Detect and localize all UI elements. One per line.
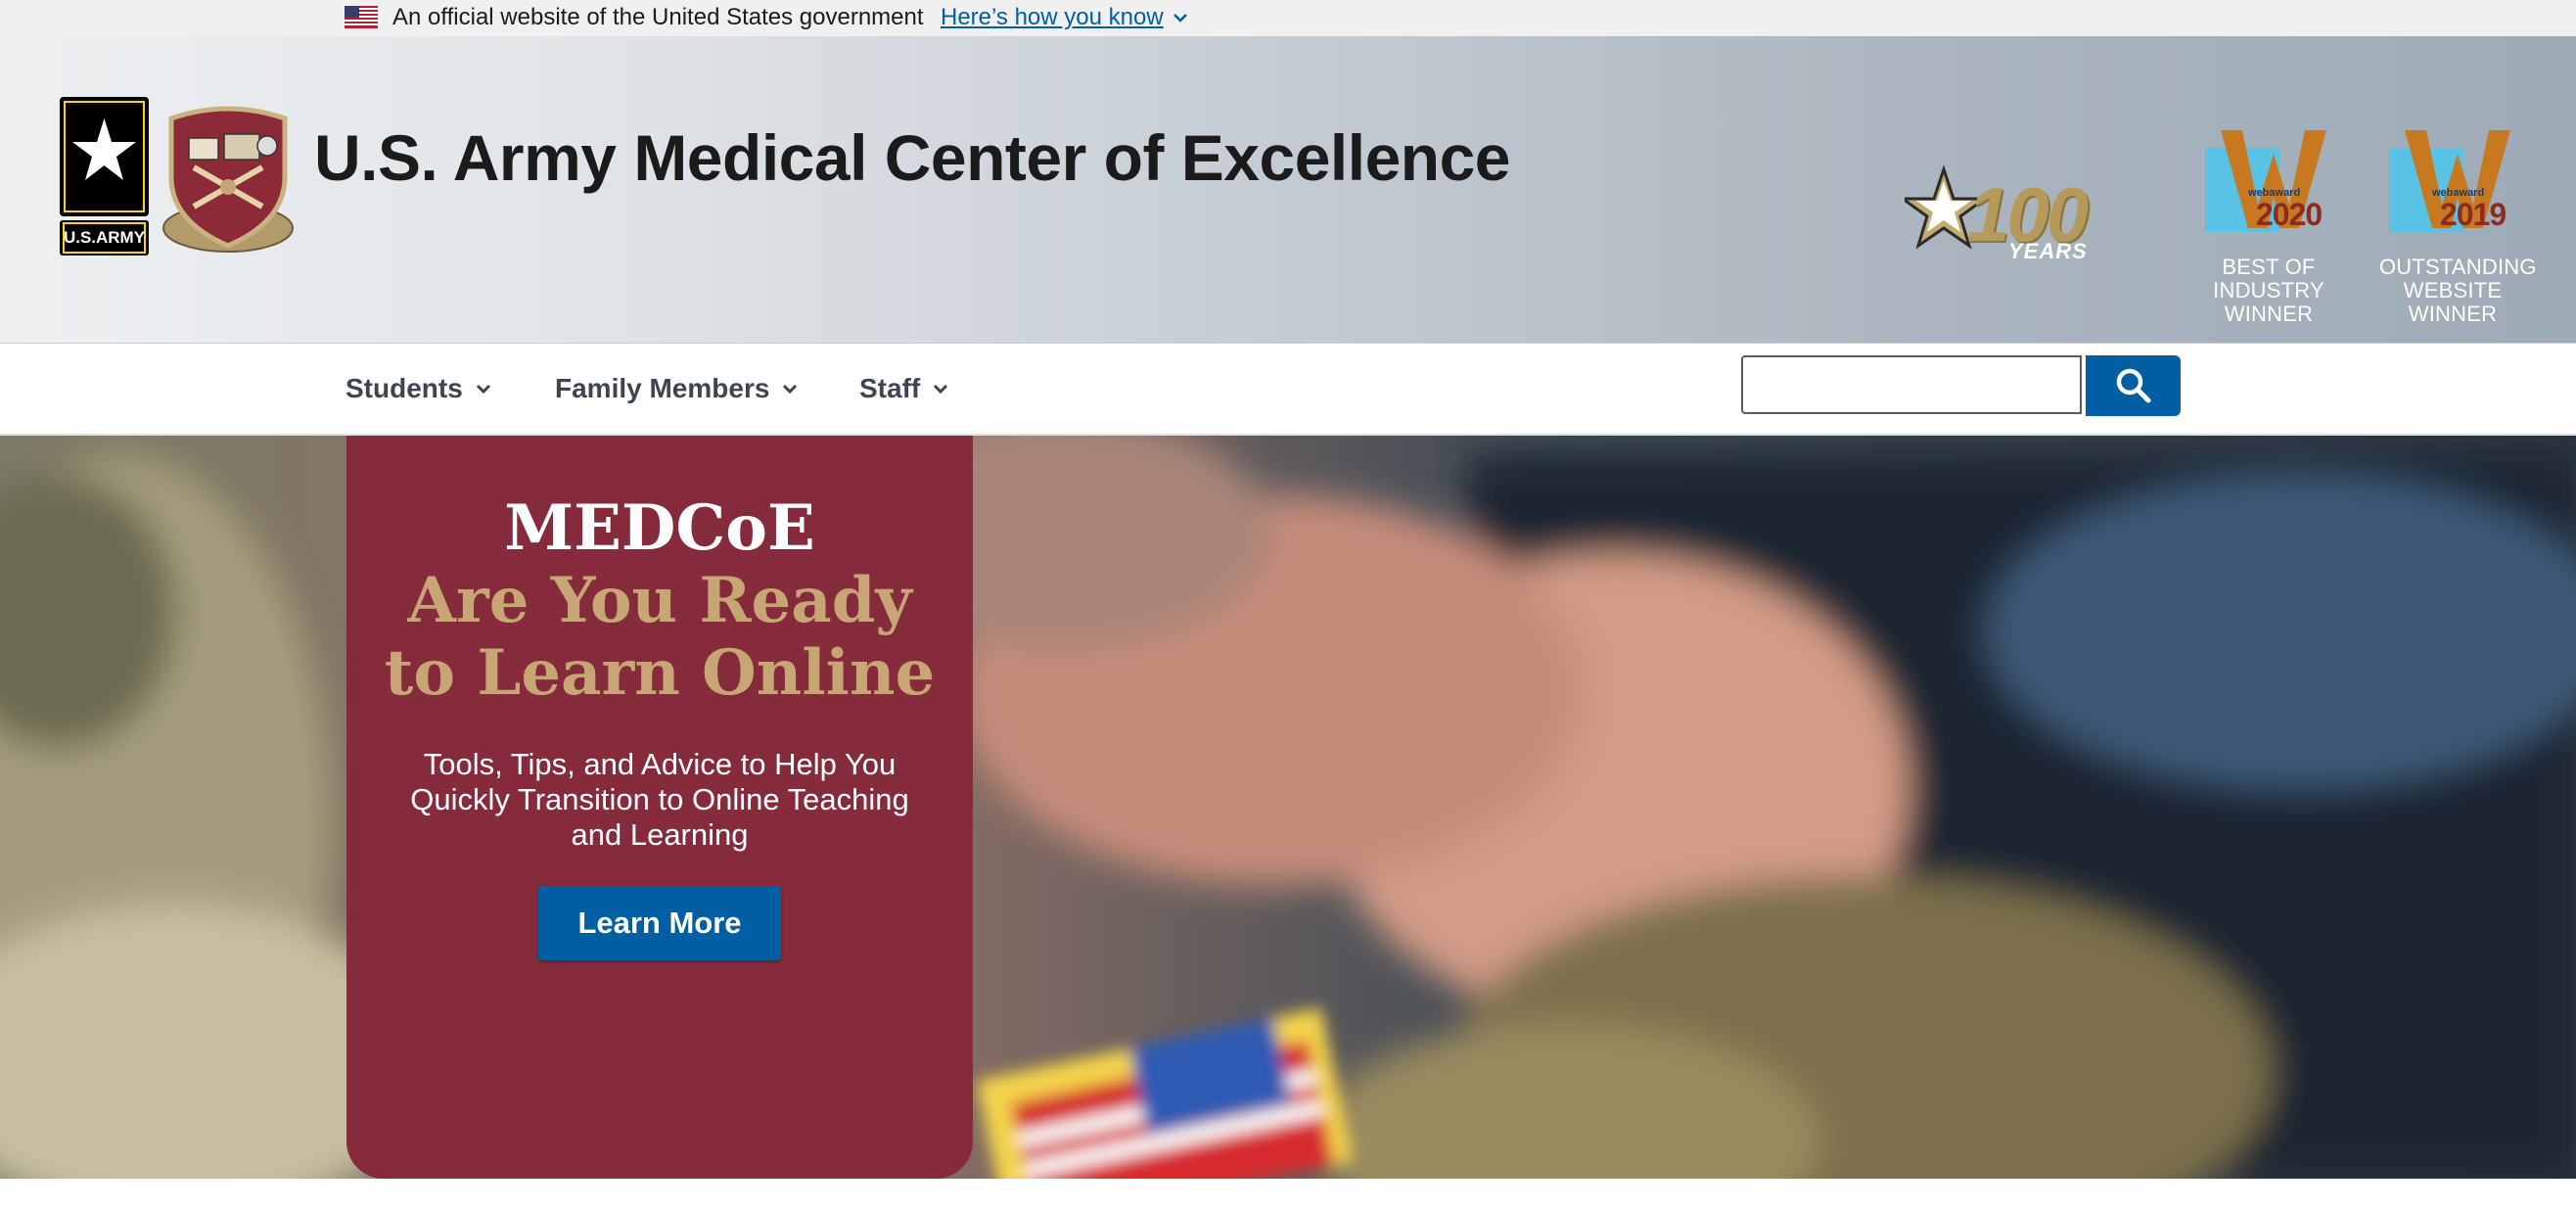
webaward-year: 2020: [2256, 197, 2323, 232]
webaward-2019-badge: webaward 2019 OUTSTANDING WEBSITE WINNER: [2369, 130, 2536, 326]
site-title[interactable]: U.S. Army Medical Center of Excellence: [314, 118, 1511, 197]
award-caption: BEST OF INDUSTRY WINNER: [2213, 255, 2324, 326]
hero-subtitle: Tools, Tips, and Advice to Help You Quic…: [410, 747, 909, 852]
chevron-down-icon: [476, 384, 490, 395]
search-input[interactable]: [1741, 355, 2082, 414]
nav-item-label: Staff: [859, 373, 921, 403]
medcoe-crest: [162, 106, 294, 253]
site-header: U.S.ARMY U.S. Army Medical Center of Exc…: [0, 36, 2576, 345]
webaward-logo: webaward 2020: [2205, 130, 2332, 248]
award-caption: OUTSTANDING WEBSITE WINNER: [2379, 255, 2537, 326]
learn-more-button[interactable]: Learn More: [538, 886, 781, 960]
army-logo-text: U.S.ARMY: [63, 228, 146, 247]
search-icon: [2116, 368, 2150, 403]
hero-title-line1: MEDCoE: [504, 491, 815, 565]
webaward-year: 2019: [2440, 197, 2507, 232]
nav-item-staff[interactable]: Staff: [859, 373, 951, 404]
hero-card: MEDCoE Are You Ready to Learn Online Too…: [346, 436, 973, 1179]
chevron-down-icon: [934, 384, 948, 395]
nav-item-label: Students: [345, 373, 463, 403]
webaward-logo: webaward 2019: [2389, 130, 2516, 248]
nav-item-students[interactable]: Students: [345, 373, 494, 404]
gov-banner: An official website of the United States…: [0, 0, 2576, 36]
nav-item-label: Family Members: [555, 373, 770, 403]
hero-title-line2: Are You Ready: [407, 564, 912, 637]
us-flag-icon: [345, 6, 378, 28]
gov-banner-text: An official website of the United States…: [392, 4, 924, 30]
100-years-label: YEARS: [2008, 239, 2088, 263]
hero-title-line3: to Learn Online: [384, 636, 936, 710]
main-nav: Students Family Members Staff: [0, 344, 2576, 436]
page-body-start: [0, 1179, 2576, 1210]
hero-banner: MEDCoE Are You Ready to Learn Online Too…: [0, 436, 2576, 1179]
chevron-down-icon[interactable]: [1171, 8, 1190, 27]
heres-how-you-know-link[interactable]: Here’s how you know: [941, 4, 1164, 31]
chevron-down-icon: [783, 384, 798, 395]
nav-item-family-members[interactable]: Family Members: [555, 373, 801, 404]
search-button[interactable]: [2086, 355, 2181, 416]
webaward-2020-badge: webaward 2020 BEST OF INDUSTRY WINNER: [2185, 130, 2352, 326]
hero-title: MEDCoE Are You Ready to Learn Online: [346, 492, 973, 710]
